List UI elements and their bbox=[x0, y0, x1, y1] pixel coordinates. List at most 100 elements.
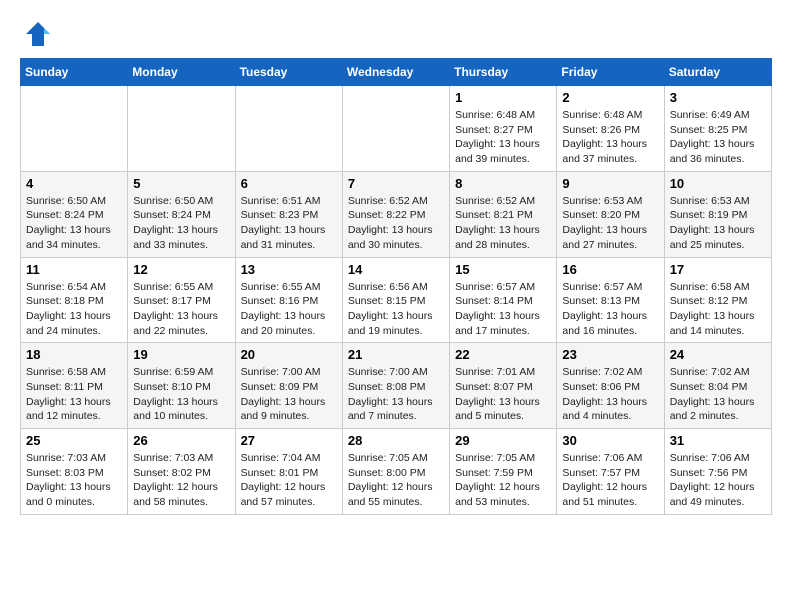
day-number: 28 bbox=[348, 433, 444, 448]
day-number: 14 bbox=[348, 262, 444, 277]
day-info: Sunrise: 6:57 AM Sunset: 8:13 PM Dayligh… bbox=[562, 280, 658, 339]
day-info: Sunrise: 6:53 AM Sunset: 8:19 PM Dayligh… bbox=[670, 194, 766, 253]
day-info: Sunrise: 7:00 AM Sunset: 8:09 PM Dayligh… bbox=[241, 365, 337, 424]
calendar-cell: 22Sunrise: 7:01 AM Sunset: 8:07 PM Dayli… bbox=[450, 343, 557, 429]
day-number: 25 bbox=[26, 433, 122, 448]
day-number: 23 bbox=[562, 347, 658, 362]
day-info: Sunrise: 6:59 AM Sunset: 8:10 PM Dayligh… bbox=[133, 365, 229, 424]
day-number: 1 bbox=[455, 90, 551, 105]
day-info: Sunrise: 7:06 AM Sunset: 7:57 PM Dayligh… bbox=[562, 451, 658, 510]
calendar-cell: 13Sunrise: 6:55 AM Sunset: 8:16 PM Dayli… bbox=[235, 257, 342, 343]
weekday-header: Saturday bbox=[664, 59, 771, 86]
calendar-cell: 9 Sunrise: 6:53 AM Sunset: 8:20 PM Daylig… bbox=[557, 171, 664, 257]
calendar-cell: 17Sunrise: 6:58 AM Sunset: 8:12 PM Dayli… bbox=[664, 257, 771, 343]
calendar-cell bbox=[21, 86, 128, 172]
day-info: Sunrise: 6:52 AM Sunset: 8:21 PM Dayligh… bbox=[455, 194, 551, 253]
weekday-header: Wednesday bbox=[342, 59, 449, 86]
calendar-week-row: 1 Sunrise: 6:48 AM Sunset: 8:27 PM Daylig… bbox=[21, 86, 772, 172]
day-number: 9 bbox=[562, 176, 658, 191]
day-number: 11 bbox=[26, 262, 122, 277]
day-number: 8 bbox=[455, 176, 551, 191]
day-number: 21 bbox=[348, 347, 444, 362]
day-info: Sunrise: 6:51 AM Sunset: 8:23 PM Dayligh… bbox=[241, 194, 337, 253]
calendar-cell: 26 Sunrise: 7:03 AM Sunset: 8:02 PM Dayli… bbox=[128, 429, 235, 515]
day-info: Sunrise: 6:50 AM Sunset: 8:24 PM Dayligh… bbox=[133, 194, 229, 253]
calendar-table: SundayMondayTuesdayWednesdayThursdayFrid… bbox=[20, 58, 772, 515]
day-number: 20 bbox=[241, 347, 337, 362]
day-info: Sunrise: 7:00 AM Sunset: 8:08 PM Dayligh… bbox=[348, 365, 444, 424]
day-info: Sunrise: 6:50 AM Sunset: 8:24 PM Dayligh… bbox=[26, 194, 122, 253]
day-number: 5 bbox=[133, 176, 229, 191]
calendar-cell: 11 Sunrise: 6:54 AM Sunset: 8:18 PM Dayli… bbox=[21, 257, 128, 343]
calendar-cell: 15 Sunrise: 6:57 AM Sunset: 8:14 PM Dayli… bbox=[450, 257, 557, 343]
day-info: Sunrise: 6:55 AM Sunset: 8:16 PM Dayligh… bbox=[241, 280, 337, 339]
calendar-cell: 12Sunrise: 6:55 AM Sunset: 8:17 PM Dayli… bbox=[128, 257, 235, 343]
calendar-cell: 10Sunrise: 6:53 AM Sunset: 8:19 PM Dayli… bbox=[664, 171, 771, 257]
calendar-week-row: 18 Sunrise: 6:58 AM Sunset: 8:11 PM Dayli… bbox=[21, 343, 772, 429]
day-info: Sunrise: 6:54 AM Sunset: 8:18 PM Dayligh… bbox=[26, 280, 122, 339]
calendar-cell: 18 Sunrise: 6:58 AM Sunset: 8:11 PM Dayli… bbox=[21, 343, 128, 429]
weekday-header: Friday bbox=[557, 59, 664, 86]
day-info: Sunrise: 6:52 AM Sunset: 8:22 PM Dayligh… bbox=[348, 194, 444, 253]
calendar-cell: 24Sunrise: 7:02 AM Sunset: 8:04 PM Dayli… bbox=[664, 343, 771, 429]
day-number: 29 bbox=[455, 433, 551, 448]
day-number: 2 bbox=[562, 90, 658, 105]
day-number: 18 bbox=[26, 347, 122, 362]
calendar-cell: 28 Sunrise: 7:05 AM Sunset: 8:00 PM Dayli… bbox=[342, 429, 449, 515]
day-number: 26 bbox=[133, 433, 229, 448]
day-info: Sunrise: 7:04 AM Sunset: 8:01 PM Dayligh… bbox=[241, 451, 337, 510]
day-info: Sunrise: 6:48 AM Sunset: 8:26 PM Dayligh… bbox=[562, 108, 658, 167]
day-info: Sunrise: 6:49 AM Sunset: 8:25 PM Dayligh… bbox=[670, 108, 766, 167]
calendar-week-row: 25Sunrise: 7:03 AM Sunset: 8:03 PM Dayli… bbox=[21, 429, 772, 515]
day-info: Sunrise: 6:58 AM Sunset: 8:11 PM Dayligh… bbox=[26, 365, 122, 424]
logo-icon bbox=[24, 20, 52, 48]
day-number: 19 bbox=[133, 347, 229, 362]
calendar-cell: 25Sunrise: 7:03 AM Sunset: 8:03 PM Dayli… bbox=[21, 429, 128, 515]
calendar-cell: 29 Sunrise: 7:05 AM Sunset: 7:59 PM Dayli… bbox=[450, 429, 557, 515]
day-number: 3 bbox=[670, 90, 766, 105]
calendar-header-row: SundayMondayTuesdayWednesdayThursdayFrid… bbox=[21, 59, 772, 86]
calendar-cell: 16 Sunrise: 6:57 AM Sunset: 8:13 PM Dayli… bbox=[557, 257, 664, 343]
day-info: Sunrise: 7:05 AM Sunset: 8:00 PM Dayligh… bbox=[348, 451, 444, 510]
calendar-cell: 6 Sunrise: 6:51 AM Sunset: 8:23 PM Daylig… bbox=[235, 171, 342, 257]
calendar-week-row: 11 Sunrise: 6:54 AM Sunset: 8:18 PM Dayli… bbox=[21, 257, 772, 343]
day-info: Sunrise: 6:48 AM Sunset: 8:27 PM Dayligh… bbox=[455, 108, 551, 167]
calendar-week-row: 4 Sunrise: 6:50 AM Sunset: 8:24 PM Daylig… bbox=[21, 171, 772, 257]
day-number: 16 bbox=[562, 262, 658, 277]
day-number: 22 bbox=[455, 347, 551, 362]
logo bbox=[20, 20, 52, 48]
calendar-cell: 1 Sunrise: 6:48 AM Sunset: 8:27 PM Daylig… bbox=[450, 86, 557, 172]
calendar-cell: 20 Sunrise: 7:00 AM Sunset: 8:09 PM Dayli… bbox=[235, 343, 342, 429]
calendar-cell bbox=[128, 86, 235, 172]
calendar-cell: 31 Sunrise: 7:06 AM Sunset: 7:56 PM Dayli… bbox=[664, 429, 771, 515]
day-info: Sunrise: 6:55 AM Sunset: 8:17 PM Dayligh… bbox=[133, 280, 229, 339]
day-number: 6 bbox=[241, 176, 337, 191]
day-number: 15 bbox=[455, 262, 551, 277]
calendar-cell: 7 Sunrise: 6:52 AM Sunset: 8:22 PM Daylig… bbox=[342, 171, 449, 257]
day-info: Sunrise: 7:02 AM Sunset: 8:06 PM Dayligh… bbox=[562, 365, 658, 424]
calendar-cell: 14 Sunrise: 6:56 AM Sunset: 8:15 PM Dayli… bbox=[342, 257, 449, 343]
weekday-header: Thursday bbox=[450, 59, 557, 86]
weekday-header: Tuesday bbox=[235, 59, 342, 86]
weekday-header: Sunday bbox=[21, 59, 128, 86]
calendar-body: 1 Sunrise: 6:48 AM Sunset: 8:27 PM Daylig… bbox=[21, 86, 772, 515]
calendar-cell: 19 Sunrise: 6:59 AM Sunset: 8:10 PM Dayli… bbox=[128, 343, 235, 429]
day-info: Sunrise: 7:05 AM Sunset: 7:59 PM Dayligh… bbox=[455, 451, 551, 510]
calendar-cell: 3 Sunrise: 6:49 AM Sunset: 8:25 PM Daylig… bbox=[664, 86, 771, 172]
day-number: 30 bbox=[562, 433, 658, 448]
day-info: Sunrise: 7:06 AM Sunset: 7:56 PM Dayligh… bbox=[670, 451, 766, 510]
day-info: Sunrise: 6:56 AM Sunset: 8:15 PM Dayligh… bbox=[348, 280, 444, 339]
day-number: 31 bbox=[670, 433, 766, 448]
day-number: 7 bbox=[348, 176, 444, 191]
calendar-cell: 4 Sunrise: 6:50 AM Sunset: 8:24 PM Daylig… bbox=[21, 171, 128, 257]
calendar-cell bbox=[235, 86, 342, 172]
day-info: Sunrise: 7:03 AM Sunset: 8:02 PM Dayligh… bbox=[133, 451, 229, 510]
day-info: Sunrise: 7:02 AM Sunset: 8:04 PM Dayligh… bbox=[670, 365, 766, 424]
day-number: 4 bbox=[26, 176, 122, 191]
day-info: Sunrise: 6:53 AM Sunset: 8:20 PM Dayligh… bbox=[562, 194, 658, 253]
calendar-cell: 23 Sunrise: 7:02 AM Sunset: 8:06 PM Dayli… bbox=[557, 343, 664, 429]
day-number: 17 bbox=[670, 262, 766, 277]
calendar-cell: 30 Sunrise: 7:06 AM Sunset: 7:57 PM Dayli… bbox=[557, 429, 664, 515]
calendar-cell: 21 Sunrise: 7:00 AM Sunset: 8:08 PM Dayli… bbox=[342, 343, 449, 429]
day-info: Sunrise: 6:57 AM Sunset: 8:14 PM Dayligh… bbox=[455, 280, 551, 339]
